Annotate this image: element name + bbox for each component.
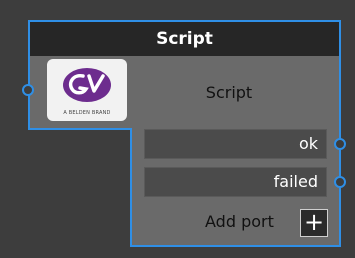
output-connector-ok[interactable] [334, 138, 346, 150]
node-label: Script [205, 83, 253, 102]
input-connector[interactable] [22, 84, 34, 96]
node-title: Script [156, 29, 213, 49]
output-port-failed[interactable]: failed [144, 167, 327, 197]
output-port-ok[interactable]: ok [144, 129, 327, 159]
workflow-canvas[interactable]: Script A BELDEN BRAND Script ok failed A… [0, 0, 355, 258]
add-port-label: Add port [205, 212, 274, 231]
node-title-bar[interactable]: Script [30, 22, 339, 56]
add-port-button[interactable]: + [300, 209, 328, 237]
logo-caption: A BELDEN BRAND [63, 110, 111, 116]
output-connector-failed[interactable] [334, 176, 346, 188]
node-logo: A BELDEN BRAND [47, 59, 127, 121]
